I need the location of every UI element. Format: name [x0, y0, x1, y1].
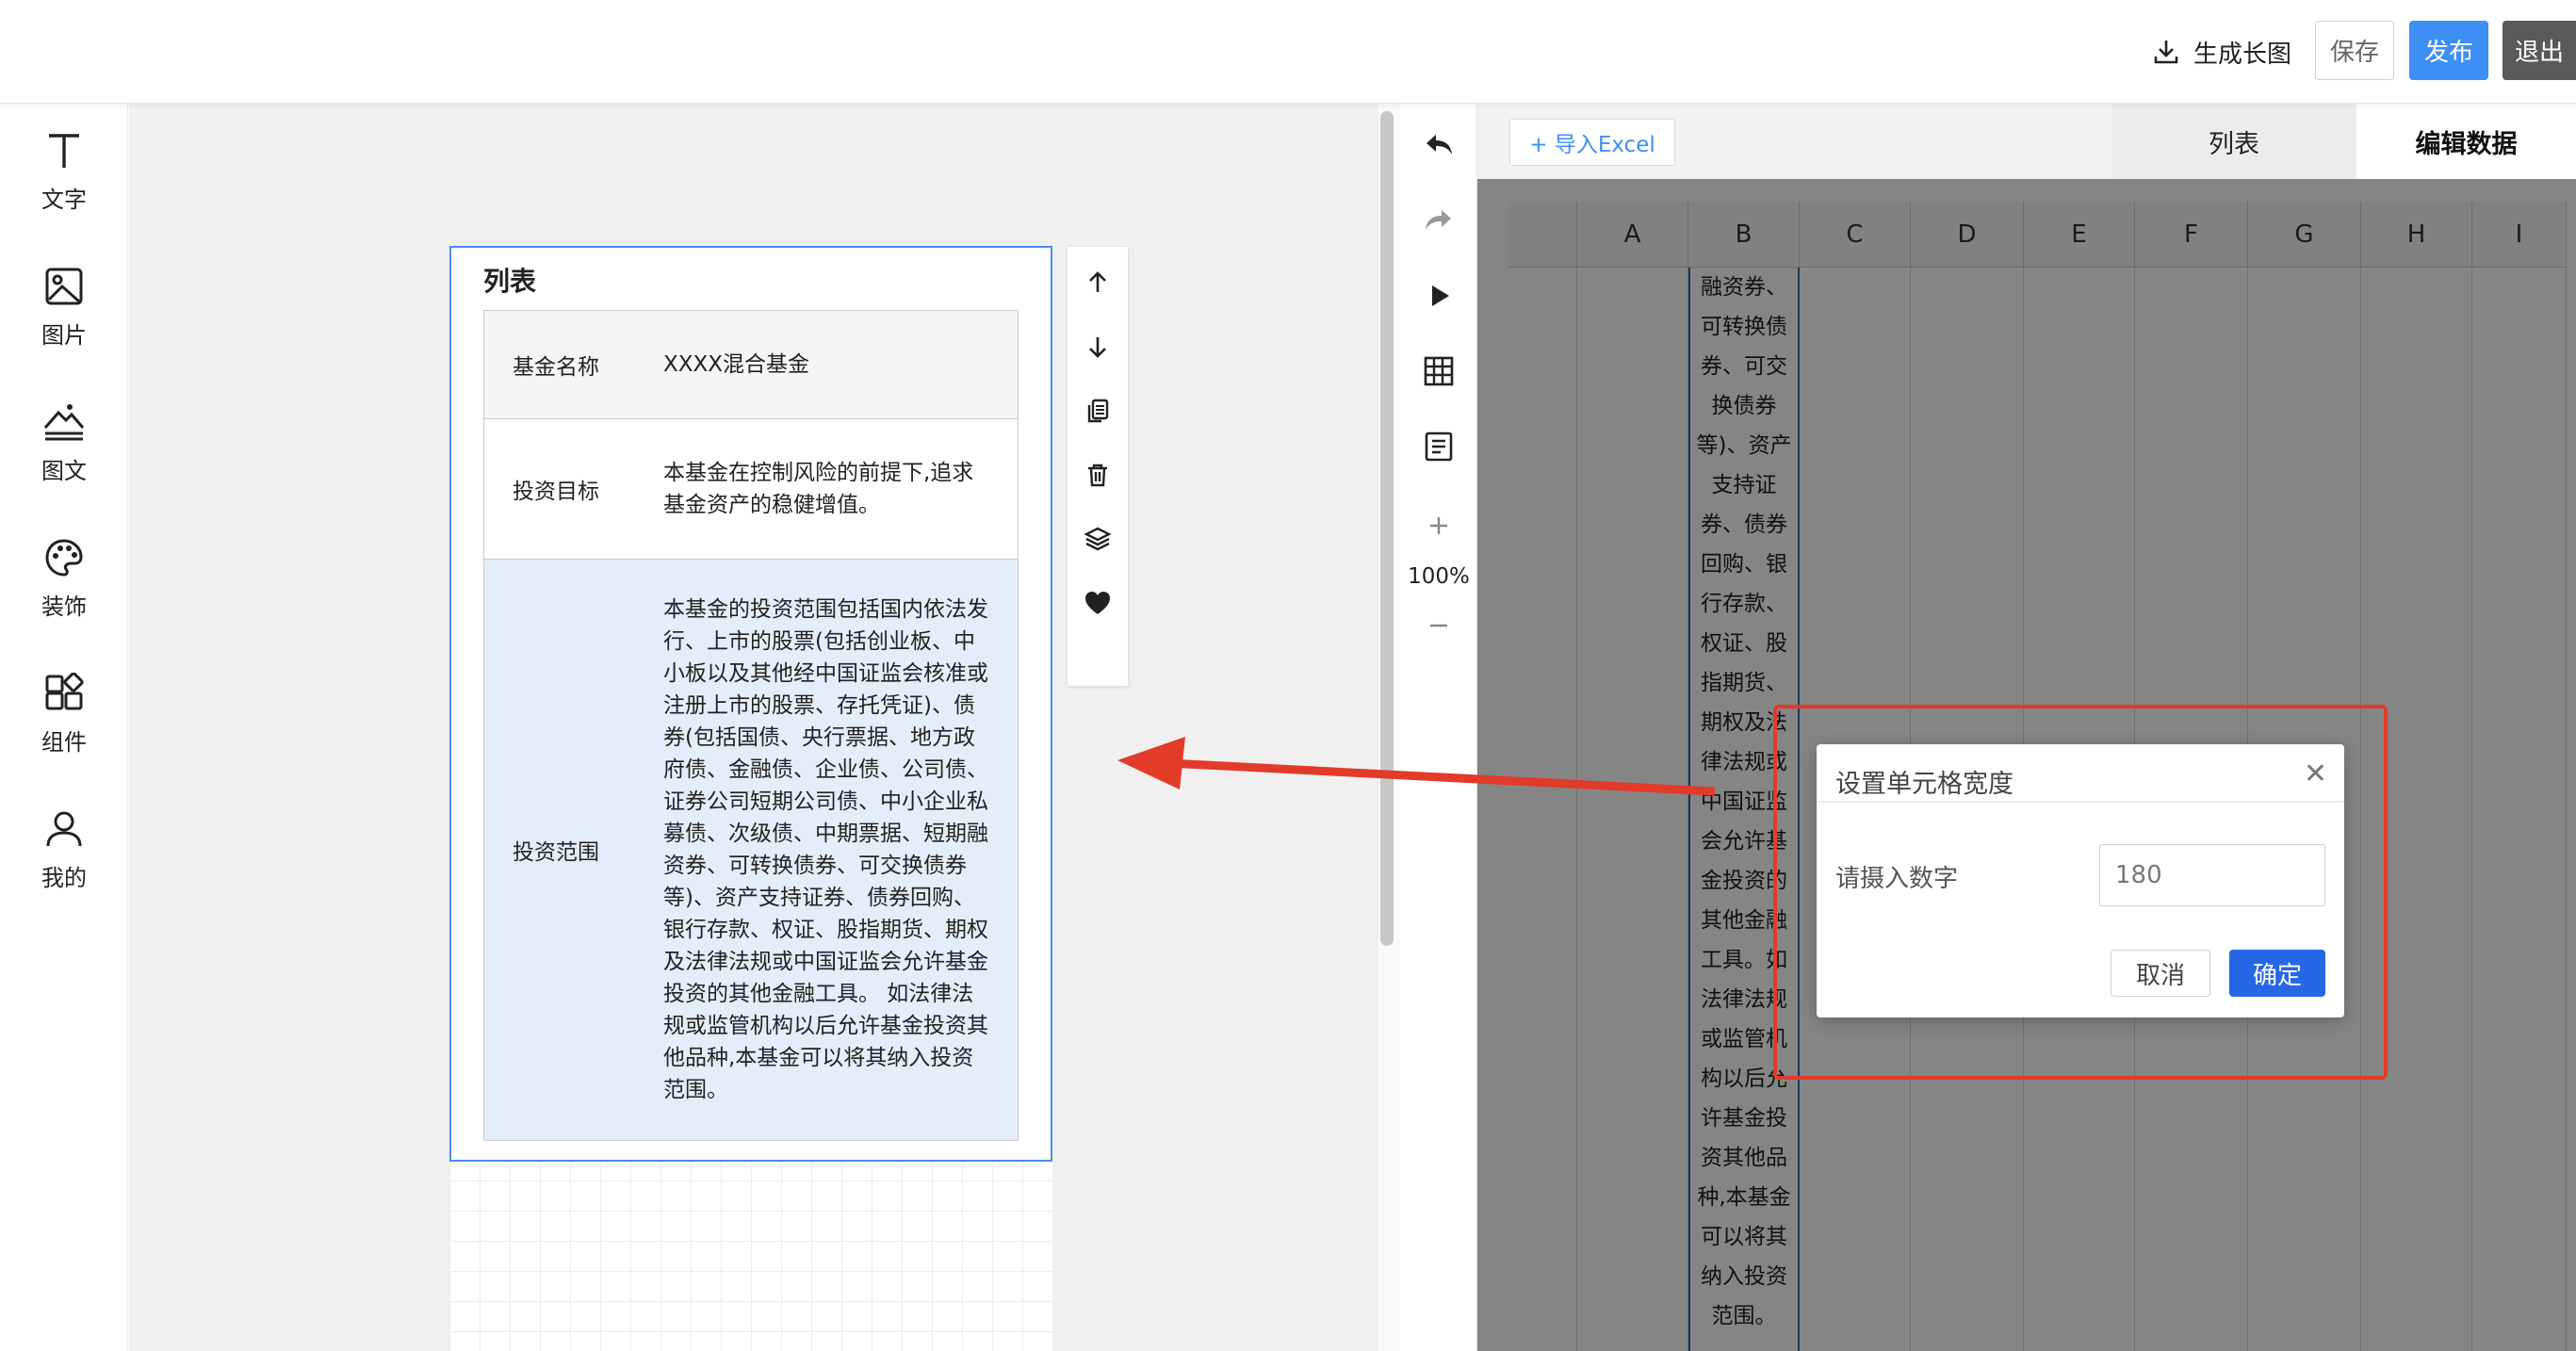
play-icon — [1432, 285, 1449, 306]
text-icon — [49, 134, 79, 168]
delete-button[interactable] — [1068, 448, 1128, 501]
tab-edit-data[interactable]: 编辑数据 — [2356, 104, 2576, 179]
row-value: 本基金在控制风险的前提下,追求基金资产的稳健增值。 — [663, 461, 974, 517]
copy-icon — [1087, 399, 1109, 423]
plus-icon — [1430, 517, 1447, 534]
component-actions — [1068, 247, 1128, 686]
redo-button[interactable] — [1400, 194, 1477, 247]
exit-button[interactable]: 退出 — [2503, 21, 2576, 80]
download-icon — [2154, 41, 2178, 64]
row-key: 投资目标 — [513, 480, 599, 504]
list-title: 列表 — [483, 266, 537, 297]
annotation-highlight-box — [1773, 705, 2388, 1080]
sidebar-item-text[interactable]: 文字 — [0, 130, 128, 243]
table-row-selected[interactable]: 投资范围 本基金的投资范围包括国内依法发行、上市的股票(包括创业板、中小板以及其… — [484, 560, 1018, 1140]
table-button[interactable] — [1400, 345, 1477, 398]
zoom-in-button[interactable] — [1400, 499, 1477, 552]
user-icon — [46, 811, 82, 847]
import-excel-button[interactable]: + 导入Excel — [1509, 119, 1675, 166]
trash-icon — [1088, 464, 1107, 487]
layers-button[interactable] — [1068, 513, 1128, 565]
row-value: XXXX混合基金 — [663, 352, 810, 377]
sidebar-item-mine[interactable]: 我的 — [0, 808, 128, 921]
zoom-out-button[interactable] — [1400, 588, 1477, 663]
design-canvas: 列表 基金名称 XXXX混合基金 投资目标 本基金在控制风险的前提下,追求基金资… — [129, 104, 1378, 1351]
zoom-value: 100% — [1408, 564, 1470, 589]
generate-long-image-button[interactable]: 生成长图 — [2146, 28, 2297, 75]
editor-header: + 导入Excel 列表 编辑数据 — [1477, 104, 2576, 179]
sidebar-item-label: 装饰 — [41, 594, 87, 620]
sidebar-item-image-text[interactable]: 图文 — [0, 401, 128, 514]
sidebar-item-components[interactable]: 组件 — [0, 673, 128, 786]
document-icon — [1425, 431, 1453, 462]
image-icon — [45, 268, 83, 305]
palette-icon — [45, 539, 83, 577]
table-row[interactable]: 投资目标 本基金在控制风险的前提下,追求基金资产的稳健增值。 — [484, 419, 1018, 560]
sidebar-item-label: 图片 — [41, 322, 87, 349]
row-key: 投资范围 — [513, 840, 599, 865]
save-button[interactable]: 保存 — [2315, 21, 2394, 80]
sidebar-item-image[interactable]: 图片 — [0, 266, 128, 379]
arrow-up-icon — [1089, 271, 1106, 292]
table-row[interactable]: 基金名称 XXXX混合基金 — [484, 311, 1018, 419]
redo-icon — [1426, 210, 1451, 230]
copy-button[interactable] — [1068, 384, 1128, 437]
image-text-icon — [43, 404, 85, 441]
components-icon — [45, 673, 84, 710]
sidebar-item-label: 组件 — [41, 729, 87, 756]
sidebar-item-label: 图文 — [41, 458, 87, 484]
list-table: 基金名称 XXXX混合基金 投资目标 本基金在控制风险的前提下,追求基金资产的稳… — [483, 310, 1019, 1141]
layers-icon — [1084, 527, 1112, 551]
undo-icon — [1427, 135, 1452, 155]
publish-button[interactable]: 发布 — [2409, 21, 2488, 80]
sidebar-item-label: 文字 — [41, 187, 87, 213]
heart-icon — [1085, 592, 1110, 614]
list-component[interactable]: 列表 基金名称 XXXX混合基金 投资目标 本基金在控制风险的前提下,追求基金资… — [449, 246, 1052, 1162]
editor-toolbar: 100% — [1400, 104, 1477, 1351]
sidebar-item-decoration[interactable]: 装饰 — [0, 537, 128, 650]
component-sidebar: 文字 图片 图文 装饰 组件 我的 — [0, 104, 128, 1351]
row-value: 本基金的投资范围包括国内依法发行、上市的股票(包括创业板、中小板以及其他经中国证… — [663, 597, 988, 1102]
arrow-down-icon — [1089, 337, 1106, 358]
generate-long-image-label: 生成长图 — [2193, 40, 2291, 69]
move-up-button[interactable] — [1068, 256, 1128, 309]
undo-button[interactable] — [1400, 119, 1477, 171]
tab-list[interactable]: 列表 — [2111, 104, 2356, 179]
move-down-button[interactable] — [1068, 320, 1128, 373]
favorite-button[interactable] — [1068, 577, 1128, 629]
grid-icon — [1424, 356, 1454, 386]
page-settings-button[interactable] — [1400, 420, 1477, 473]
minus-icon — [1430, 624, 1447, 627]
annotation-arrow — [1117, 737, 1715, 796]
top-bar: 生成长图 保存 发布 退出 — [0, 0, 2576, 104]
sidebar-item-label: 我的 — [41, 865, 87, 891]
row-key: 基金名称 — [513, 355, 599, 380]
play-button[interactable] — [1400, 269, 1477, 322]
